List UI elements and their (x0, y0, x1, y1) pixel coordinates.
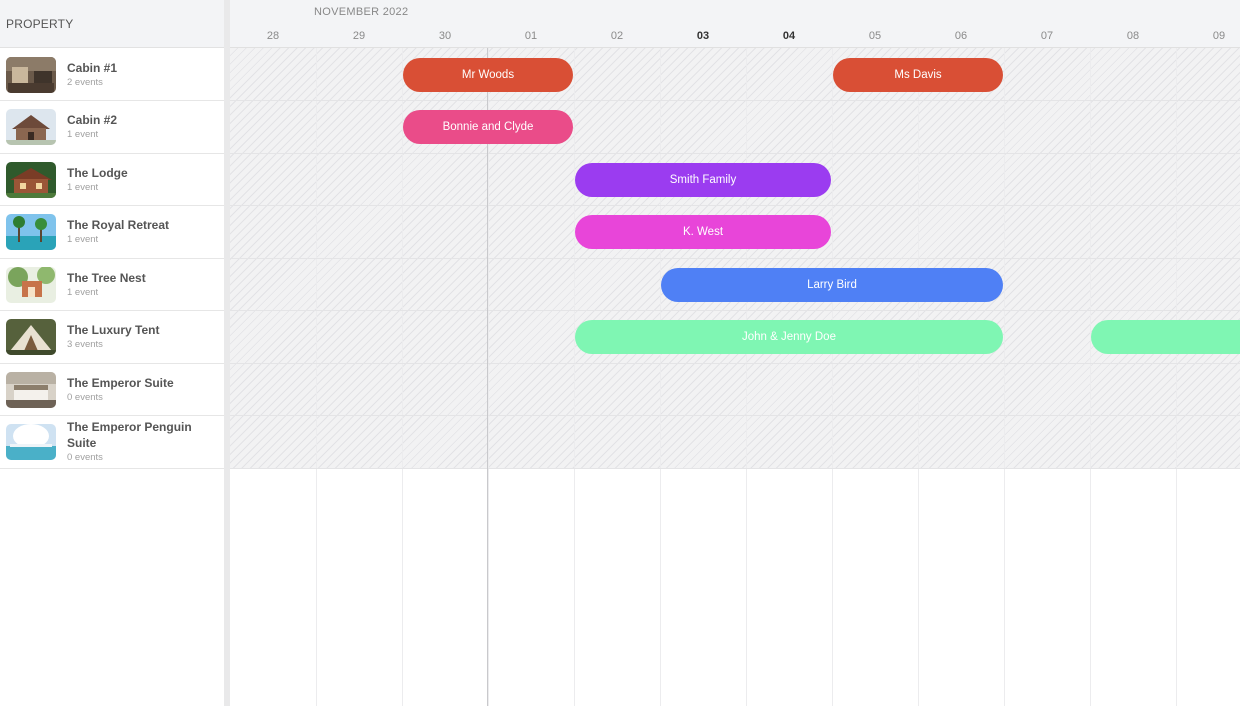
property-name: The Lodge (67, 165, 128, 180)
day-header-label[interactable]: 02 (574, 30, 660, 42)
row-divider (230, 415, 1240, 416)
row-divider (230, 100, 1240, 101)
booking-event[interactable]: K. West (575, 215, 831, 249)
booking-event[interactable] (1091, 320, 1240, 354)
schedule-grid[interactable]: Mr Woods Ms Davis Bonnie and Clyde Smith Fa… (230, 48, 1240, 706)
property-row[interactable]: The Royal Retreat 1 event (0, 207, 224, 259)
booking-event[interactable]: John & Jenny Doe (575, 320, 1003, 354)
property-text: Cabin #2 1 event (67, 112, 117, 142)
day-header-label[interactable]: 28 (230, 30, 316, 42)
day-header-label[interactable]: 04 (746, 30, 832, 42)
day-column-divider (402, 48, 403, 706)
booking-event[interactable]: Bonnie and Clyde (403, 110, 573, 144)
property-column-header[interactable]: PROPERTY (0, 0, 224, 48)
day-column-divider (316, 48, 317, 706)
booking-event[interactable]: Larry Bird (661, 267, 1003, 302)
property-text: The Luxury Tent 3 events (67, 322, 159, 352)
day-header-label[interactable]: 29 (316, 30, 402, 42)
day-column-divider (660, 48, 661, 706)
day-header-label[interactable]: 07 (1004, 30, 1090, 42)
day-header-label[interactable]: 08 (1090, 30, 1176, 42)
property-event-count: 1 event (67, 234, 99, 245)
day-header-label[interactable]: 06 (918, 30, 1004, 42)
row-divider (230, 362, 1240, 364)
day-column-divider (488, 48, 489, 706)
property-event-count: 0 events (67, 391, 103, 403)
day-column-divider (918, 48, 919, 706)
property-row[interactable]: The Emperor Suite 0 events (0, 364, 224, 416)
row-divider (230, 257, 1240, 259)
row-divider (230, 205, 1240, 206)
property-panel: PROPERTY Cabin #1 2 events Cabin #2 1 event… (0, 0, 225, 706)
property-row[interactable]: The Lodge 1 event (0, 154, 224, 206)
property-event-count: 2 events (67, 76, 103, 88)
day-header-label[interactable]: 03 (660, 30, 746, 42)
property-text: The Emperor Suite 0 events (67, 375, 174, 405)
timeline-panel: NOVEMBER 2022 28 29 30 01 02 03 04 05 06 07 08 09 M… (230, 0, 1240, 706)
property-row[interactable]: The Emperor Penguin Suite 0 events (0, 417, 224, 469)
current-time-line (487, 48, 488, 706)
property-event-count: 3 events (67, 339, 103, 350)
row-divider (230, 467, 1240, 469)
day-column-divider (746, 48, 747, 706)
property-name: The Tree Nest (67, 270, 146, 285)
property-row[interactable]: Cabin #2 1 event (0, 102, 224, 154)
property-name: The Luxury Tent (67, 323, 160, 337)
booking-event[interactable]: Smith Family (575, 162, 831, 197)
property-name: The Royal Retreat (67, 218, 170, 232)
booking-event[interactable]: Ms Davis (833, 57, 1003, 92)
property-thumbnail-image (6, 161, 56, 198)
property-name: Cabin #1 (67, 60, 118, 75)
property-event-count: 1 event (67, 129, 99, 140)
day-column-divider (1090, 48, 1091, 706)
property-text: The Royal Retreat 1 event (67, 217, 169, 247)
property-thumbnail-image (6, 424, 56, 460)
property-thumbnail-image (6, 109, 56, 145)
month-label: NOVEMBER 2022 (314, 6, 409, 18)
day-column-divider (574, 48, 575, 706)
row-divider (230, 152, 1240, 154)
property-text: Cabin #1 2 events (67, 60, 117, 90)
property-text: The Tree Nest 1 event (67, 270, 146, 300)
property-row[interactable]: The Luxury Tent 3 events (0, 312, 224, 364)
day-header-label[interactable]: 01 (488, 30, 574, 42)
day-header-label[interactable]: 30 (402, 30, 488, 42)
property-name: The Emperor Suite (67, 375, 174, 390)
property-row[interactable]: The Tree Nest 1 event (0, 259, 224, 311)
property-text: The Emperor Penguin Suite 0 events (67, 419, 224, 465)
property-event-count: 0 events (67, 452, 103, 463)
property-name: Cabin #2 (67, 113, 118, 127)
day-header-label[interactable]: 05 (832, 30, 918, 42)
day-column-divider (832, 48, 833, 706)
day-column-divider (1004, 48, 1005, 706)
property-event-count: 1 event (67, 181, 99, 193)
booking-event[interactable]: Mr Woods (403, 57, 573, 92)
property-event-count: 1 event (67, 286, 99, 298)
property-thumbnail-image (6, 56, 56, 93)
day-header-label[interactable]: 09 (1176, 30, 1240, 42)
day-column-divider (1176, 48, 1177, 706)
property-thumbnail-image (6, 214, 56, 250)
property-thumbnail-image (6, 266, 56, 303)
timeline-header: NOVEMBER 2022 28 29 30 01 02 03 04 05 06 07 08 09 (230, 0, 1240, 48)
property-thumbnail-image (6, 319, 56, 355)
property-text: The Lodge 1 event (67, 165, 128, 195)
property-thumbnail-image (6, 371, 56, 408)
property-row[interactable]: Cabin #1 2 events (0, 49, 224, 101)
property-name: The Emperor Penguin Suite (67, 420, 192, 450)
row-divider (230, 310, 1240, 311)
